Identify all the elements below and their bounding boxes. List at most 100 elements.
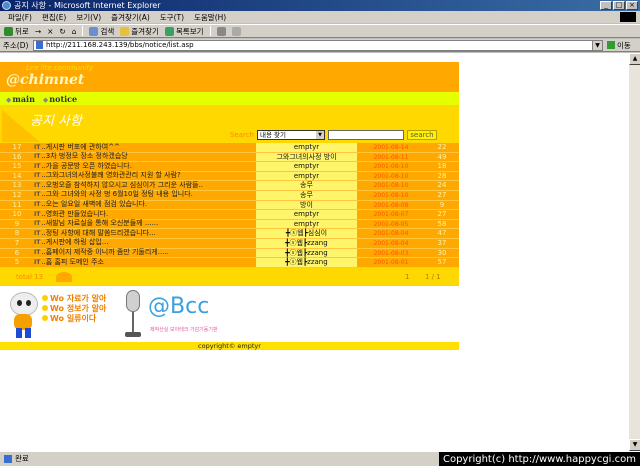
post-icon: IT [34,220,41,228]
post-author[interactable]: 그와그녀의사정 방이 [256,152,357,162]
post-subject[interactable]: IT ..오는 일요일 새벽에 점검 있습니다. [34,200,256,210]
post-date: 2001-08-14 [373,144,409,151]
post-date: 2001-08-01 [373,259,409,267]
post-hits: 27 [437,210,447,219]
site-logo[interactable]: @chimnet [6,72,84,88]
site: Lee lite community @chimnet ◆main ◆notic… [0,62,459,350]
page-link[interactable]: 1 [405,273,409,281]
minimize-button[interactable]: _ [600,1,612,10]
bullet-icon [42,314,48,321]
chevron-down-icon[interactable]: ▼ [592,40,602,50]
post-author[interactable]: emptyr [256,162,357,171]
post-subject[interactable]: IT ..게시판에 하링 삽입... [34,238,256,248]
menu-help[interactable]: 도움말(H) [194,12,226,23]
copyright-overlay: Copyright(c) http://www.happycgi.com [438,452,640,466]
post-date: 2001-08-10 [373,191,409,199]
logo-subtitle: Lee lite community [26,64,94,72]
post-icon: IT [34,210,41,218]
post-number: 5 [14,258,20,267]
address-input[interactable]: http://211.168.243.139/bbs/notice/list.a… [33,39,603,51]
post-icon: IT [34,201,41,209]
post-hits: 57 [437,258,447,267]
go-button[interactable]: 이동 [607,40,631,51]
brand-logo[interactable]: @Bcc [148,294,209,319]
post-hits: 37 [437,238,447,247]
search-input[interactable] [328,130,404,140]
table-row[interactable]: 5 IT ..홈 홈피 도메인 주소 ╋ⓢ웹┣zzang 2001-08-01 57 [0,258,459,268]
bullet-icon [42,304,48,311]
back-button[interactable]: 뒤로 [4,26,29,37]
search-button[interactable]: 검색 [89,26,114,37]
status-text: 완료 [15,454,29,463]
post-hits: 22 [437,143,447,151]
stop-button[interactable]: × [47,27,53,36]
address-bar: 주소(D) http://211.168.243.139/bbs/notice/… [0,39,640,52]
post-subject[interactable]: IT ..새발님 자료실을 통해 오신분들께 ...... [34,219,256,229]
post-subject[interactable]: IT ..그와그녀의사정불쾌 영화관관리 지원 할 사람? [34,171,256,181]
page-viewport: Lee lite community @chimnet ◆main ◆notic… [0,53,628,451]
post-author[interactable]: 방이 [256,200,357,210]
toolbar-separator [209,26,211,36]
post-icon: IT [34,143,41,151]
page-indicator: 1 / 1 [425,272,441,281]
post-subject[interactable]: IT ..3차 벙정모 장소 정하겠습당 [34,152,256,162]
post-number: 9 [14,219,20,228]
post-author[interactable]: 송무 [256,181,357,190]
post-subject[interactable]: IT ..오벙오즐 참석하지 않으시고 심심이가 그리운 사람들.. [34,181,256,190]
post-subject[interactable]: IT ..홈 홈피 도메인 주소 [34,258,256,267]
menu-view[interactable]: 보기(V) [76,12,101,23]
post-date: 2001-08-04 [373,230,409,238]
home-button[interactable]: ⌂ [72,27,77,36]
post-subject[interactable]: IT ..게시판 버포에 관하여^^ [34,143,256,152]
back-arrow-icon [4,26,13,36]
post-icon: IT [34,181,41,189]
address-label: 주소(D) [3,40,29,50]
post-author[interactable]: 송무 [256,190,357,200]
history-button[interactable]: 목록보기 [164,26,204,37]
refresh-button[interactable]: ↻ [59,27,65,36]
post-subject[interactable]: IT ..그와 그녀와의 사정 벙 6월10일 정팅 내용 입니다. [34,190,256,200]
search-submit-button[interactable]: search [407,130,437,140]
favorites-button[interactable]: 즐겨찾기 [120,26,159,37]
post-number: 12 [12,190,22,199]
maximize-button[interactable]: □ [613,1,625,10]
post-subject[interactable]: IT ..홈페이지 제작중 이니까 좀만 기둘리게..... [34,248,256,258]
post-author[interactable]: ╋ⓢ웹┣zzang [256,238,357,248]
close-button[interactable]: × [626,1,638,10]
total-count: total 13 [16,272,44,281]
menu-edit[interactable]: 편집(E) [42,12,66,23]
post-author[interactable]: ╋ⓢ웹┣zzang [256,248,357,258]
post-author[interactable]: ╋ⓢ웹┣심심이 [256,229,357,238]
post-subject[interactable]: IT ..영화관 만들었습니다. [34,210,256,219]
menu-file[interactable]: 파일(F) [8,12,32,23]
post-icon: IT [34,249,41,257]
post-author[interactable]: ╋ⓢ웹┣zzang [256,258,357,267]
post-author[interactable]: emptyr [256,171,357,181]
post-number: 11 [12,200,22,209]
post-author[interactable]: emptyr [256,210,357,219]
forward-button[interactable]: → [35,27,41,36]
nav-main[interactable]: ◆main [6,94,35,104]
post-author[interactable]: emptyr [256,143,357,152]
menu-favorites[interactable]: 즐겨찾기(A) [111,12,150,23]
search-form: Search 내용 찾기 ▼ search [230,130,437,140]
scroll-down-icon[interactable]: ▼ [629,439,640,451]
search-type-select[interactable]: 내용 찾기 ▼ [257,130,325,140]
scroll-up-icon[interactable]: ▲ [629,53,640,65]
search-icon [89,26,99,36]
history-icon [164,26,174,36]
mail-button[interactable] [216,26,226,36]
chevron-down-icon: ▼ [316,131,324,139]
post-subject[interactable]: IT ..정팅 사항에 대해 말씀드리겠습니다... [34,229,256,238]
go-arrow-icon [607,41,615,49]
menu-tools[interactable]: 도구(T) [160,12,184,23]
post-subject[interactable]: IT ..가을 공문방 오픈 하였습니다. [34,162,256,171]
notice-list: 17 IT ..게시판 버포에 관하여^^ emptyr 2001-08-14 22 16 I… [0,143,459,268]
post-hits: 47 [437,229,447,238]
nav-notice[interactable]: ◆notice [43,94,77,104]
print-button[interactable] [231,26,241,36]
post-number: 10 [12,210,22,219]
vertical-scrollbar[interactable]: ▲ ▼ [628,53,640,451]
mail-icon [216,26,226,36]
post-author[interactable]: emptyr [256,219,357,229]
